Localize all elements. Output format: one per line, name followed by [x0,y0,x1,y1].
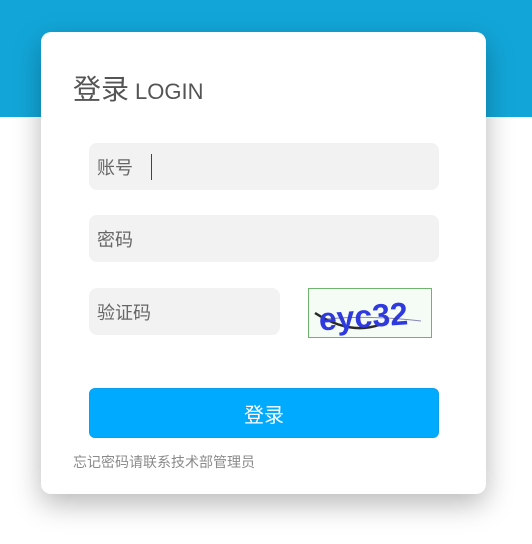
password-field[interactable]: 密码 [89,215,439,262]
page-title: 登录 LOGIN [73,68,203,108]
password-placeholder: 密码 [97,229,133,251]
captcha-placeholder: 验证码 [97,302,151,324]
account-field[interactable]: 账号 [89,143,439,190]
login-button[interactable]: 登录 [89,388,439,438]
forgot-password-hint: 忘记密码请联系技术部管理员 [73,455,255,471]
captcha-field[interactable]: 验证码 [89,288,280,335]
title-chinese: 登录 [73,73,130,106]
login-card: 登录 LOGIN 账号 密码 验证码 eyc32 登录 忘记密码请联系技术部管理员 [41,32,486,494]
account-placeholder: 账号 [97,157,133,179]
text-cursor [151,153,152,180]
title-english: LOGIN [135,79,204,104]
captcha-image[interactable]: eyc32 [308,288,432,338]
captcha-text: eyc32 [318,295,409,337]
